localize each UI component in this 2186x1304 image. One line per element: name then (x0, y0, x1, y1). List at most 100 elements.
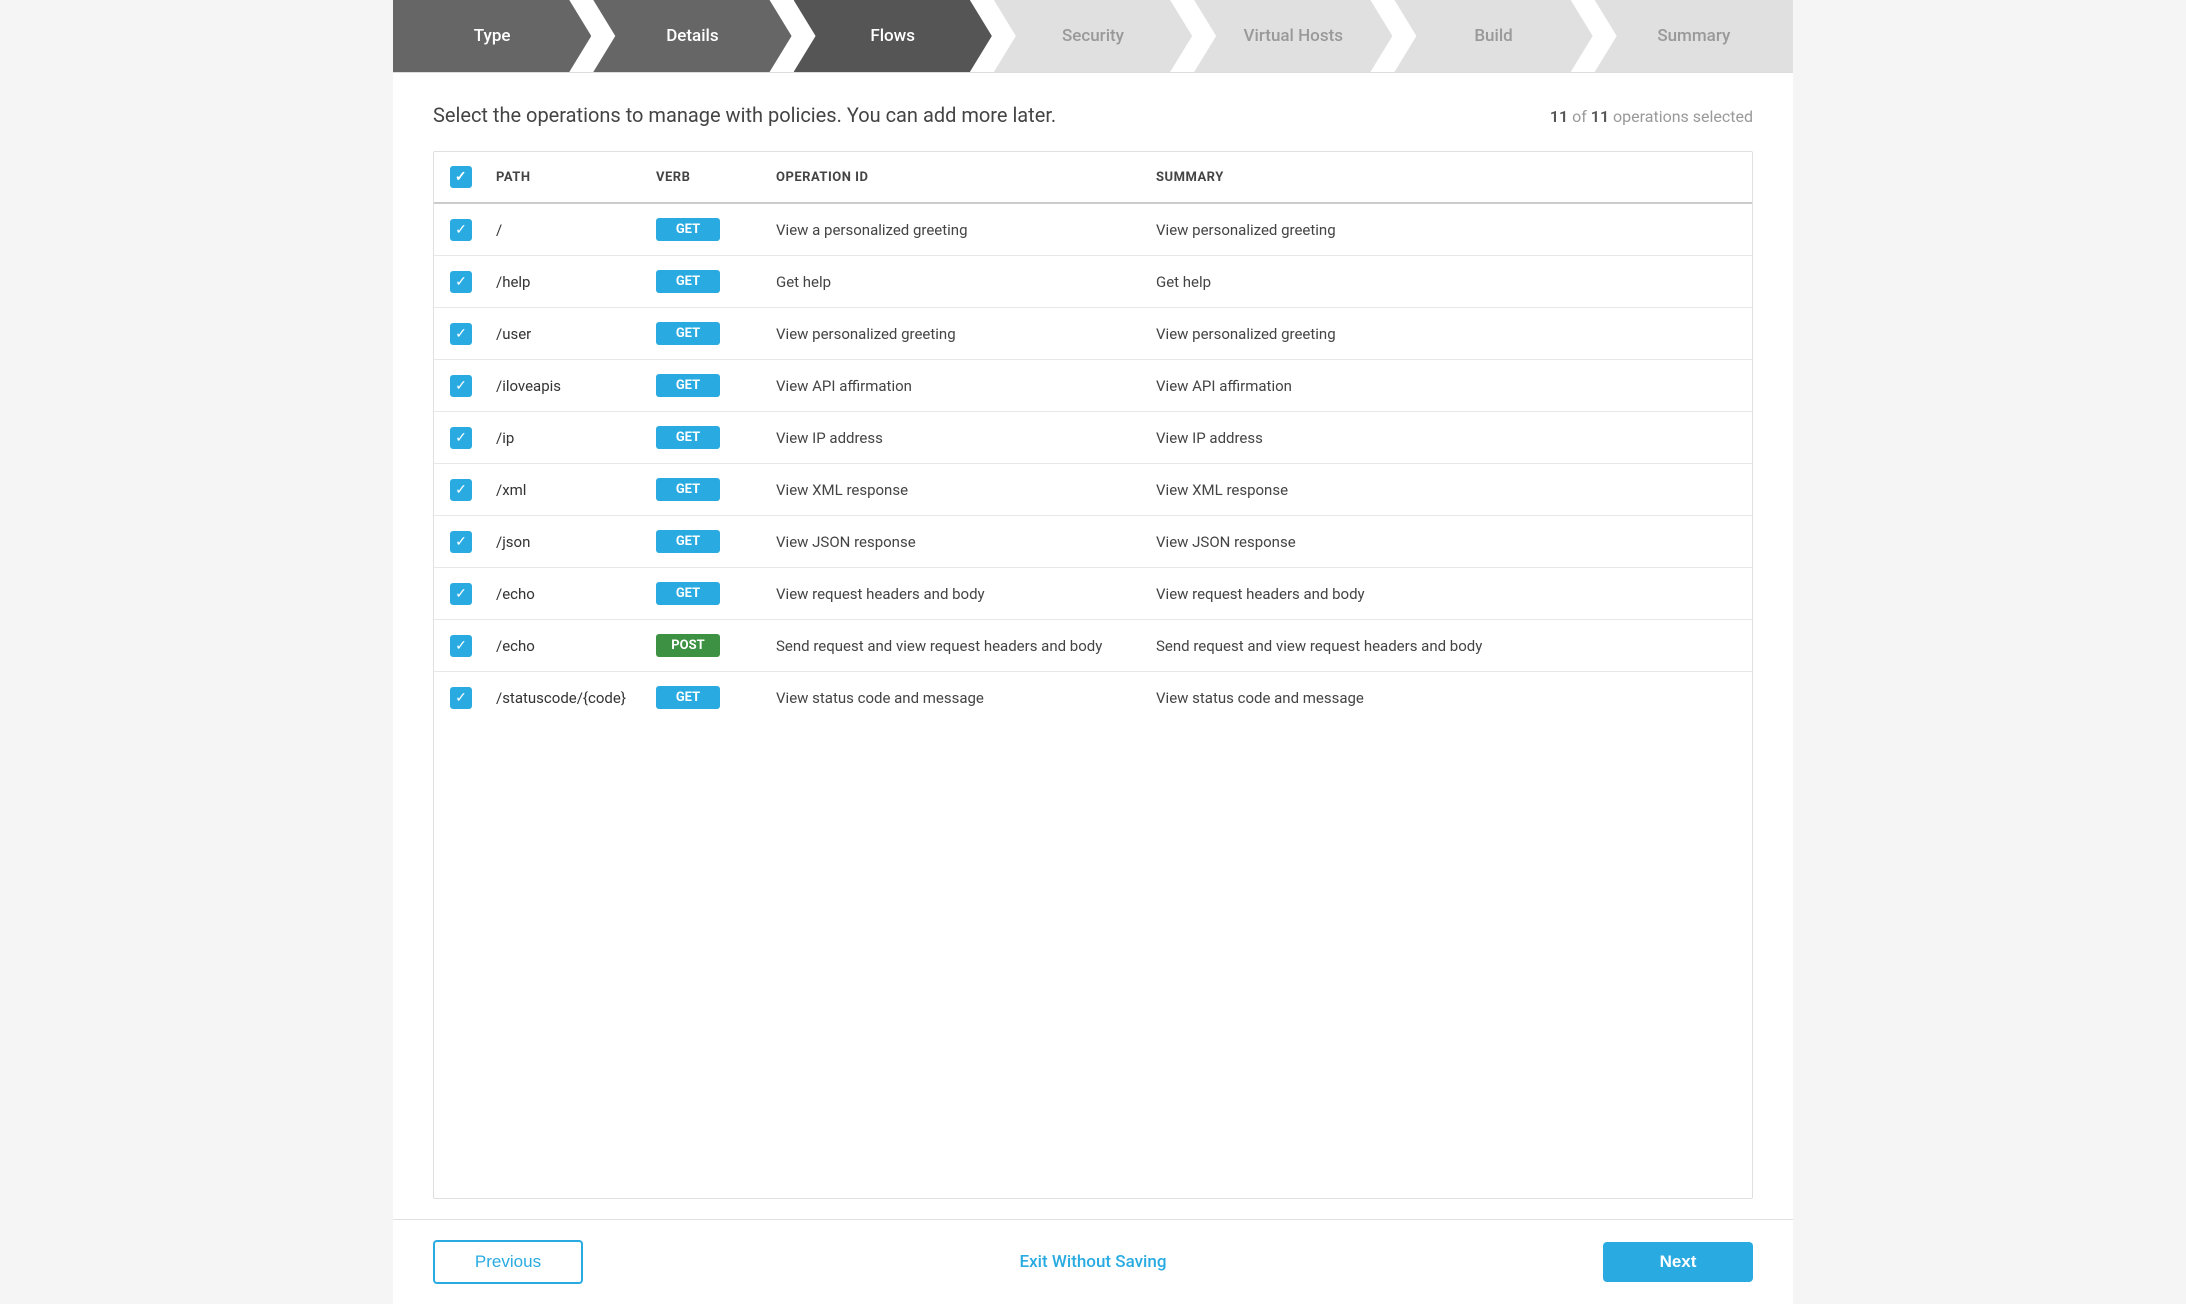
table-row: ✓ /statuscode/{code} GET View status cod… (434, 672, 1752, 724)
operations-table: ✓ PATH VERB OPERATION ID SUMMARY ✓ / (434, 152, 1752, 723)
header-checkbox-cell: ✓ (434, 152, 484, 203)
row-operation-id-6: View JSON response (764, 516, 1144, 568)
previous-button[interactable]: Previous (433, 1240, 583, 1284)
row-checkbox-cell: ✓ (434, 203, 484, 256)
table-row: ✓ /help GET Get help Get help (434, 256, 1752, 308)
row-checkbox-8[interactable]: ✓ (450, 635, 472, 657)
row-checkbox-5[interactable]: ✓ (450, 479, 472, 501)
row-operation-id-8: Send request and view request headers an… (764, 620, 1144, 672)
step-label-flows: Flows (870, 26, 915, 46)
col-summary: SUMMARY (1144, 152, 1752, 203)
row-checkbox-2[interactable]: ✓ (450, 323, 472, 345)
wizard-step-build: Build (1394, 0, 1592, 72)
row-operation-id-2: View personalized greeting (764, 308, 1144, 360)
row-checkbox-1[interactable]: ✓ (450, 271, 472, 293)
row-path-4: /ip (484, 412, 644, 464)
row-verb-8: POST (644, 620, 764, 672)
row-path-2: /user (484, 308, 644, 360)
row-path-5: /xml (484, 464, 644, 516)
row-summary-6: View JSON response (1144, 516, 1752, 568)
row-checkbox-7[interactable]: ✓ (450, 583, 472, 605)
col-operation-id: OPERATION ID (764, 152, 1144, 203)
verb-badge-4: GET (656, 426, 720, 449)
row-verb-2: GET (644, 308, 764, 360)
exit-without-saving-button[interactable]: Exit Without Saving (1020, 1252, 1167, 1272)
row-operation-id-3: View API affirmation (764, 360, 1144, 412)
table-row: ✓ /iloveapis GET View API affirmation Vi… (434, 360, 1752, 412)
row-checkbox-9[interactable]: ✓ (450, 687, 472, 709)
row-verb-3: GET (644, 360, 764, 412)
step-label-details: Details (666, 26, 718, 46)
row-verb-5: GET (644, 464, 764, 516)
row-verb-9: GET (644, 672, 764, 724)
table-row: ✓ /echo GET View request headers and bod… (434, 568, 1752, 620)
row-summary-0: View personalized greeting (1144, 203, 1752, 256)
row-summary-9: View status code and message (1144, 672, 1752, 724)
header-row: Select the operations to manage with pol… (433, 103, 1753, 127)
row-operation-id-9: View status code and message (764, 672, 1144, 724)
check-icon-6: ✓ (455, 535, 467, 549)
row-path-1: /help (484, 256, 644, 308)
row-summary-4: View IP address (1144, 412, 1752, 464)
ops-total: 11 (1591, 107, 1609, 126)
check-icon-8: ✓ (455, 639, 467, 653)
select-all-checkbox[interactable]: ✓ (450, 166, 472, 188)
row-summary-2: View personalized greeting (1144, 308, 1752, 360)
row-checkbox-cell: ✓ (434, 672, 484, 724)
row-checkbox-cell: ✓ (434, 360, 484, 412)
table-row: ✓ /echo POST Send request and view reque… (434, 620, 1752, 672)
select-all-check-icon: ✓ (455, 170, 467, 184)
row-checkbox-3[interactable]: ✓ (450, 375, 472, 397)
row-checkbox-cell: ✓ (434, 620, 484, 672)
table-header-row: ✓ PATH VERB OPERATION ID SUMMARY (434, 152, 1752, 203)
verb-badge-1: GET (656, 270, 720, 293)
row-operation-id-1: Get help (764, 256, 1144, 308)
row-operation-id-0: View a personalized greeting (764, 203, 1144, 256)
footer: Previous Exit Without Saving Next (393, 1219, 1793, 1304)
step-label-summary: Summary (1657, 26, 1730, 46)
table-row: ✓ /user GET View personalized greeting V… (434, 308, 1752, 360)
wizard-step-flows[interactable]: Flows (794, 0, 992, 72)
table-row: ✓ /ip GET View IP address View IP addres… (434, 412, 1752, 464)
next-button[interactable]: Next (1603, 1242, 1753, 1282)
row-checkbox-cell: ✓ (434, 412, 484, 464)
wizard-step-details[interactable]: Details (593, 0, 791, 72)
verb-badge-8: POST (656, 634, 720, 657)
row-verb-0: GET (644, 203, 764, 256)
verb-badge-5: GET (656, 478, 720, 501)
row-checkbox-cell: ✓ (434, 308, 484, 360)
col-path: PATH (484, 152, 644, 203)
wizard-step-type[interactable]: Type (393, 0, 591, 72)
table-row: ✓ /xml GET View XML response View XML re… (434, 464, 1752, 516)
row-checkbox-4[interactable]: ✓ (450, 427, 472, 449)
step-label-security: Security (1062, 26, 1124, 46)
row-summary-3: View API affirmation (1144, 360, 1752, 412)
row-summary-1: Get help (1144, 256, 1752, 308)
row-operation-id-5: View XML response (764, 464, 1144, 516)
row-verb-6: GET (644, 516, 764, 568)
row-checkbox-6[interactable]: ✓ (450, 531, 472, 553)
verb-badge-0: GET (656, 218, 720, 241)
row-path-9: /statuscode/{code} (484, 672, 644, 724)
row-path-8: /echo (484, 620, 644, 672)
check-icon-9: ✓ (455, 691, 467, 705)
row-operation-id-4: View IP address (764, 412, 1144, 464)
table-body: ✓ / GET View a personalized greeting Vie… (434, 203, 1752, 723)
step-label-virtual-hosts: Virtual Hosts (1244, 26, 1343, 46)
verb-badge-7: GET (656, 582, 720, 605)
wizard-step-summary: Summary (1595, 0, 1793, 72)
check-icon-2: ✓ (455, 327, 467, 341)
ops-selected-count: 11 of 11 operations selected (1550, 103, 1753, 126)
table-row: ✓ / GET View a personalized greeting Vie… (434, 203, 1752, 256)
row-checkbox-cell: ✓ (434, 256, 484, 308)
verb-badge-9: GET (656, 686, 720, 709)
row-summary-8: Send request and view request headers an… (1144, 620, 1752, 672)
main-content: Select the operations to manage with pol… (393, 73, 1793, 1219)
row-checkbox-0[interactable]: ✓ (450, 219, 472, 241)
verb-badge-2: GET (656, 322, 720, 345)
verb-badge-6: GET (656, 530, 720, 553)
row-verb-1: GET (644, 256, 764, 308)
ops-count: 11 (1550, 107, 1568, 126)
step-label-type: Type (474, 26, 511, 46)
step-label-build: Build (1474, 26, 1512, 46)
